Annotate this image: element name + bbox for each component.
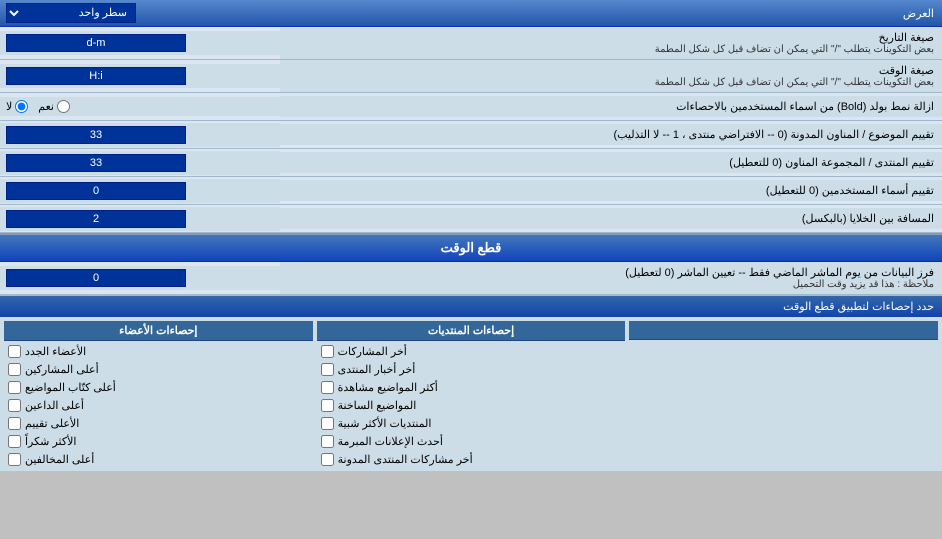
topic-order-input[interactable] <box>6 126 186 144</box>
user-order-control[interactable] <box>0 179 280 203</box>
cb-top-rated-input[interactable] <box>8 417 21 430</box>
time-format-control[interactable] <box>0 64 280 88</box>
cb-similar-forums-input[interactable] <box>321 417 334 430</box>
cb-hot-topics-input[interactable] <box>321 399 334 412</box>
forum-order-input[interactable] <box>6 154 186 172</box>
cb-top-topic-writers-input[interactable] <box>8 381 21 394</box>
user-order-input[interactable] <box>6 182 186 200</box>
user-order-row: تقييم أسماء المستخدمين (0 للتعطيل) <box>0 177 942 205</box>
cb-forum-news-input[interactable] <box>321 363 334 376</box>
cell-spacing-row: المسافة بين الخلايا (بالبكسل) <box>0 205 942 233</box>
cut-time-row: فرز البيانات من يوم الماشر الماضي فقط --… <box>0 262 942 295</box>
radio-no[interactable] <box>15 100 28 113</box>
post-stats-header: إحصاءات المنتديات <box>317 321 626 341</box>
stats-section-header: حدد إحصاءات لتطبيق قطع الوقت <box>0 296 942 317</box>
topic-order-label: تقييم الموضوع / المناون المدونة (0 -- ال… <box>280 124 942 145</box>
radio-yes[interactable] <box>57 100 70 113</box>
cb-top-topic-writers[interactable]: أعلى كتّاب المواضيع <box>4 380 313 395</box>
date-format-input[interactable] <box>6 34 186 52</box>
forum-order-row: تقييم المنتدى / المجموعة المناون (0 للتع… <box>0 149 942 177</box>
cb-most-thanked[interactable]: الأكثر شكراً <box>4 434 313 449</box>
display-select[interactable]: سطر واحد سطرين ثلاثة أسطر <box>6 3 136 23</box>
cb-most-thanked-input[interactable] <box>8 435 21 448</box>
cb-similar-forums[interactable]: المنتديات الأكثر شبية <box>317 416 626 431</box>
stats-section: حدد إحصاءات لتطبيق قطع الوقت إحصاءات الم… <box>0 295 942 471</box>
remove-bold-label: ازالة نمط بولد (Bold) من اسماء المستخدمي… <box>280 96 942 117</box>
cb-latest-announcements-input[interactable] <box>321 435 334 448</box>
stats-checkboxes-body: إحصاءات المنتديات أخر المشاركات أخر أخبا… <box>0 317 942 471</box>
stats-post-col: إحصاءات المنتديات أخر المشاركات أخر أخبا… <box>317 321 626 467</box>
cb-most-viewed-input[interactable] <box>321 381 334 394</box>
display-control[interactable]: سطر واحد سطرين ثلاثة أسطر <box>0 0 280 26</box>
display-row: العرض سطر واحد سطرين ثلاثة أسطر <box>0 0 942 27</box>
stats-member-col: إحصاءات الأعضاء الأعضاء الجدد أعلى المشا… <box>4 321 313 467</box>
date-format-label: صيغة التاريخ بعض التكوينات يتطلب "/" الت… <box>280 27 942 59</box>
cb-top-rated[interactable]: الأعلى تقييم <box>4 416 313 431</box>
topic-order-row: تقييم الموضوع / المناون المدونة (0 -- ال… <box>0 121 942 149</box>
cb-hot-topics[interactable]: المواضيع الساخنة <box>317 398 626 413</box>
display-label: العرض <box>280 3 942 24</box>
remove-bold-row: ازالة نمط بولد (Bold) من اسماء المستخدمي… <box>0 93 942 121</box>
cb-latest-announcements[interactable]: أحدث الإعلانات المبرمة <box>317 434 626 449</box>
stats-empty-col <box>629 321 938 467</box>
time-format-label: صيغة الوقت بعض التكوينات يتطلب "/" التي … <box>280 60 942 92</box>
forum-order-label: تقييم المنتدى / المجموعة المناون (0 للتع… <box>280 152 942 173</box>
cell-spacing-input[interactable] <box>6 210 186 228</box>
cb-last-posts-input[interactable] <box>321 345 334 358</box>
cb-last-posts[interactable]: أخر المشاركات <box>317 344 626 359</box>
time-format-input[interactable] <box>6 67 186 85</box>
cut-time-header: قطع الوقت <box>0 233 942 262</box>
cb-forum-news[interactable]: أخر أخبار المنتدى <box>317 362 626 377</box>
cb-top-violators-input[interactable] <box>8 453 21 466</box>
date-format-row: صيغة التاريخ بعض التكوينات يتطلب "/" الت… <box>0 27 942 60</box>
topic-order-control[interactable] <box>0 123 280 147</box>
time-format-row: صيغة الوقت بعض التكوينات يتطلب "/" التي … <box>0 60 942 93</box>
member-stats-header: إحصاءات الأعضاء <box>4 321 313 341</box>
forum-order-control[interactable] <box>0 151 280 175</box>
cb-top-inviters-input[interactable] <box>8 399 21 412</box>
cb-top-posters-input[interactable] <box>8 363 21 376</box>
cb-most-viewed[interactable]: أكثر المواضيع مشاهدة <box>317 380 626 395</box>
cut-time-label: فرز البيانات من يوم الماشر الماضي فقط --… <box>280 262 942 294</box>
remove-bold-radio-group[interactable]: نعم لا <box>6 100 70 113</box>
cb-top-posters[interactable]: أعلى المشاركين <box>4 362 313 377</box>
cut-time-input[interactable] <box>6 269 186 287</box>
user-order-label: تقييم أسماء المستخدمين (0 للتعطيل) <box>280 180 942 201</box>
cb-top-violators[interactable]: أعلى المخالفين <box>4 452 313 467</box>
cb-new-members-input[interactable] <box>8 345 21 358</box>
cb-forum-noted-posts-input[interactable] <box>321 453 334 466</box>
cb-top-inviters[interactable]: أعلى الداعين <box>4 398 313 413</box>
cb-forum-noted-posts[interactable]: أخر مشاركات المنتدى المدونة <box>317 452 626 467</box>
cut-time-control[interactable] <box>0 266 280 290</box>
cell-spacing-control[interactable] <box>0 207 280 231</box>
radio-yes-label[interactable]: نعم <box>38 100 70 113</box>
date-format-control[interactable] <box>0 31 280 55</box>
radio-no-label[interactable]: لا <box>6 100 28 113</box>
cell-spacing-label: المسافة بين الخلايا (بالبكسل) <box>280 208 942 229</box>
cb-new-members[interactable]: الأعضاء الجدد <box>4 344 313 359</box>
remove-bold-control[interactable]: نعم لا <box>0 97 280 116</box>
